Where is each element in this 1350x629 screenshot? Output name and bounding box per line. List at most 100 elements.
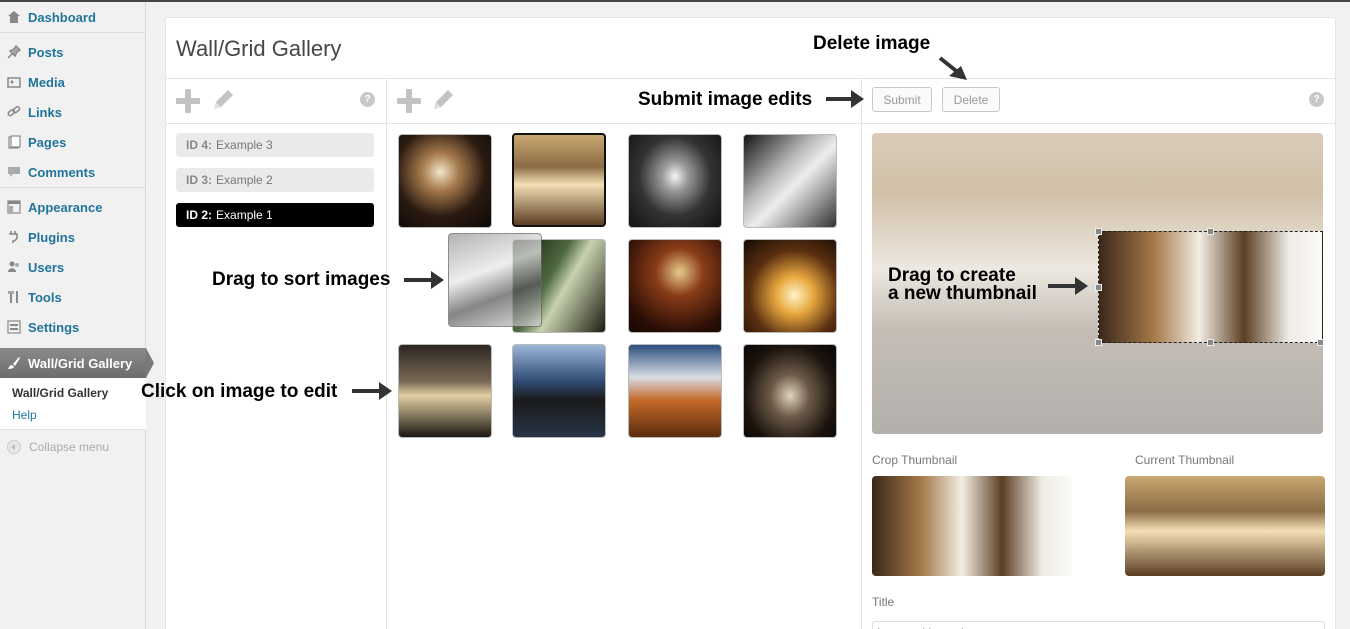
annotation-line: a new thumbnail	[888, 283, 1037, 304]
title-label: Title	[872, 595, 895, 609]
gallery-name: Example 1	[216, 208, 273, 222]
brush-icon	[6, 355, 22, 371]
link-icon	[6, 104, 22, 120]
page-title: Wall/Grid Gallery	[176, 36, 342, 61]
menu-tools-label: Tools	[28, 289, 62, 305]
menu-appearance-label: Appearance	[28, 199, 103, 215]
column-divider	[861, 78, 862, 629]
menu-separator	[0, 32, 146, 33]
gallery-name: Example 3	[216, 138, 273, 152]
edit-image-pencil-icon[interactable]	[430, 87, 456, 113]
current-thumbnail-label: Current Thumbnail	[1135, 453, 1235, 467]
pin-icon	[6, 44, 22, 60]
menu-appearance[interactable]: Appearance	[0, 194, 146, 220]
menu-comments-label: Comments	[28, 164, 96, 180]
pages-icon	[6, 134, 22, 150]
divider	[166, 78, 1335, 79]
menu-users-label: Users	[28, 259, 65, 275]
gallery-image[interactable]	[743, 134, 837, 228]
annotation-submit-image-edits: Submit image edits	[638, 89, 813, 110]
users-icon	[6, 259, 22, 275]
menu-settings[interactable]: Settings	[0, 314, 146, 340]
crop-handle[interactable]	[1317, 339, 1323, 346]
collapse-menu[interactable]: Collapse menu	[7, 440, 109, 454]
menu-tools[interactable]: Tools	[0, 284, 146, 310]
collapse-arrow-icon	[7, 440, 21, 454]
gallery-image[interactable]	[512, 344, 606, 438]
admin-bar-edge	[0, 0, 1350, 2]
submenu: Wall/Grid Gallery Help	[0, 378, 146, 430]
gallery-image[interactable]	[743, 344, 837, 438]
annotation-arrow-icon	[1048, 277, 1088, 295]
crop-handle[interactable]	[1095, 228, 1102, 235]
add-image-plus-icon[interactable]	[397, 89, 421, 113]
gallery-image[interactable]	[398, 134, 492, 228]
divider	[166, 123, 1335, 124]
dashboard-icon	[6, 9, 22, 25]
current-thumbnail-preview	[1125, 476, 1325, 576]
gallery-id: ID 2:	[186, 208, 213, 222]
crop-thumbnail-label: Crop Thumbnail	[872, 453, 958, 467]
gallery-image[interactable]	[743, 239, 837, 333]
annotation-arrow-icon	[938, 56, 967, 80]
crop-handle[interactable]	[1095, 284, 1102, 291]
plugin-icon	[6, 229, 22, 245]
settings-icon	[6, 319, 22, 335]
gallery-item-example-2[interactable]: ID 3: Example 2	[176, 168, 374, 192]
menu-media-label: Media	[28, 74, 65, 90]
help-icon[interactable]: ?	[1309, 92, 1324, 107]
menu-posts[interactable]: Posts	[0, 39, 146, 65]
menu-media[interactable]: Media	[0, 69, 146, 95]
edit-gallery-pencil-icon[interactable]	[210, 87, 236, 113]
appearance-icon	[6, 199, 22, 215]
menu-users[interactable]: Users	[0, 254, 146, 280]
menu-dashboard[interactable]: Dashboard	[0, 4, 146, 30]
menu-dashboard-label: Dashboard	[28, 9, 96, 25]
delete-button[interactable]: Delete	[942, 87, 1000, 112]
admin-sidebar: Dashboard Posts Media Links Pages Commen…	[0, 2, 154, 629]
menu-pages-label: Pages	[28, 134, 67, 150]
add-gallery-plus-icon[interactable]	[176, 89, 200, 113]
menu-current-label: Wall/Grid Gallery	[28, 355, 133, 371]
menu-posts-label: Posts	[28, 44, 64, 60]
gallery-item-example-3[interactable]: ID 4: Example 3	[176, 133, 374, 157]
crop-selection[interactable]	[1095, 228, 1323, 346]
gallery-image[interactable]	[628, 239, 722, 333]
dragging-image[interactable]	[448, 233, 542, 327]
collapse-label: Collapse menu	[29, 440, 110, 454]
media-icon	[6, 74, 22, 90]
gallery-image[interactable]	[628, 344, 722, 438]
menu-wall-grid-gallery[interactable]: Wall/Grid Gallery	[0, 348, 154, 378]
menu-comments[interactable]: Comments	[0, 159, 146, 185]
menu-separator	[0, 187, 146, 188]
crop-handle[interactable]	[1095, 339, 1102, 346]
menu-settings-label: Settings	[28, 319, 80, 335]
menu-plugins-label: Plugins	[28, 229, 75, 245]
annotation-delete-image: Delete image	[813, 33, 931, 54]
menu-pages[interactable]: Pages	[0, 129, 146, 155]
submenu-wall-grid-gallery[interactable]: Wall/Grid Gallery	[12, 386, 108, 400]
annotation-arrow-icon	[826, 90, 864, 108]
submit-button[interactable]: Submit	[872, 87, 932, 112]
tools-icon	[6, 289, 22, 305]
menu-links[interactable]: Links	[0, 99, 146, 125]
crop-handle[interactable]	[1207, 228, 1214, 235]
crop-handle[interactable]	[1207, 339, 1214, 346]
gallery-image-selected[interactable]	[512, 133, 606, 227]
annotation-drag-to-sort: Drag to sort images	[212, 269, 391, 290]
gallery-id: ID 4:	[186, 138, 213, 152]
crop-thumbnail-preview	[872, 476, 1072, 576]
menu-links-label: Links	[28, 104, 62, 120]
annotation-drag-to-create-thumbnail: Drag to create a new thumbnail	[888, 266, 1037, 304]
annotation-arrow-icon	[352, 382, 392, 400]
gallery-item-example-1[interactable]: ID 2: Example 1	[176, 203, 374, 227]
help-icon[interactable]: ?	[360, 92, 375, 107]
annotation-arrow-icon	[404, 271, 444, 289]
title-input[interactable]: Image with caption	[872, 621, 1325, 629]
column-divider	[386, 78, 387, 629]
gallery-image[interactable]	[398, 344, 492, 438]
menu-plugins[interactable]: Plugins	[0, 224, 146, 250]
gallery-image[interactable]	[628, 134, 722, 228]
submenu-help[interactable]: Help	[12, 408, 37, 422]
annotation-click-to-edit: Click on image to edit	[141, 381, 338, 402]
